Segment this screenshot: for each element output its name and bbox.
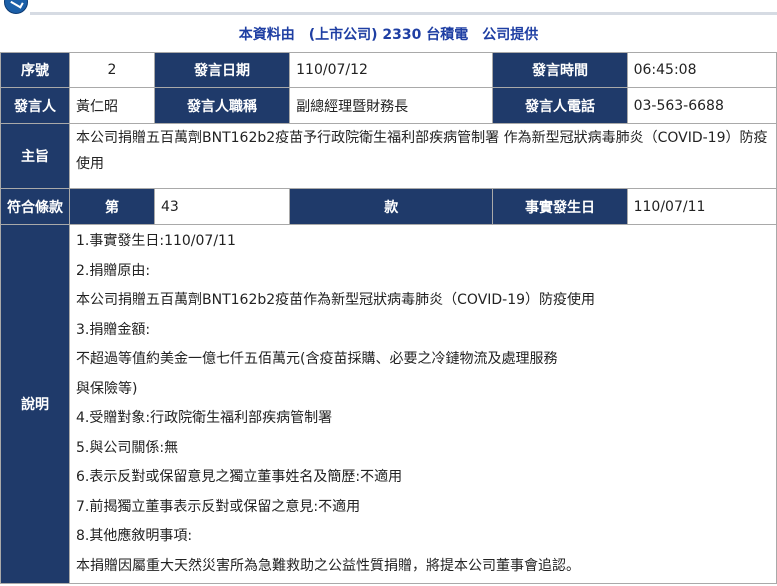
value-event-date: 110/07/11 — [626, 188, 777, 225]
value-clause-number: 43 — [153, 188, 291, 225]
description-line: 1.事實發生日:110/07/11 — [76, 233, 236, 249]
description-line: 本捐贈因屬重大天然災害所為急難救助之公益性質捐贈，將提本公司董事會追認。 — [76, 557, 580, 574]
value-subject: 本公司捐贈五百萬劑BNT162b2疫苗予行政院衛生福利部疾病管制署 作為新型冠狀… — [69, 123, 777, 189]
label-speaker: 發言人 — [0, 87, 70, 124]
label-description: 說明 — [0, 224, 70, 584]
row-clause: 符合條款 第 43 款 事實發生日 110/07/11 — [0, 188, 777, 225]
top-divider — [30, 12, 777, 15]
label-time: 發言時間 — [492, 52, 628, 88]
row-description: 說明 1.事實發生日:110/07/11 2.捐贈原由: 本公司捐贈五百萬劑BN… — [0, 224, 777, 584]
label-event-date: 事實發生日 — [492, 188, 628, 225]
description-line: 不超過等值約美金一億七仟五佰萬元(含疫苗採購、必要之冷鏈物流及處理服務 — [76, 351, 558, 367]
value-speaker-phone: 03-563-6688 — [626, 87, 777, 124]
label-date: 發言日期 — [153, 52, 291, 88]
label-di: 第 — [69, 188, 155, 225]
description-line: 3.捐贈金額: — [76, 321, 151, 338]
description-line: 6.表示反對或保留意見之獨立董事姓名及簡歷:不適用 — [76, 469, 403, 485]
description-line: 本公司捐贈五百萬劑BNT162b2疫苗作為新型冠狀病毒肺炎（COVID-19）防… — [76, 292, 596, 308]
logo-icon — [4, 0, 28, 14]
row-seq-date-time: 序號 2 發言日期 110/07/12 發言時間 06:45:08 — [0, 52, 777, 88]
description-body: 1.事實發生日:110/07/11 2.捐贈原由: 本公司捐贈五百萬劑BNT16… — [69, 224, 777, 584]
value-time: 06:45:08 — [626, 52, 777, 88]
label-clause: 符合條款 — [0, 188, 70, 225]
value-speaker-title: 副總經理暨財務長 — [289, 87, 494, 124]
value-date: 110/07/12 — [289, 52, 494, 88]
source-banner: 本資料由 (上市公司) 2330 台積電 公司提供 — [238, 27, 539, 43]
description-line: 與保險等) — [76, 380, 138, 397]
label-speaker-title: 發言人職稱 — [153, 87, 291, 124]
value-speaker: 黃仁昭 — [69, 87, 155, 124]
description-line: 7.前揭獨立董事表示反對或保留之意見:不適用 — [76, 498, 361, 515]
announcement-table: 序號 2 發言日期 110/07/12 發言時間 06:45:08 發言人 黃仁… — [0, 52, 777, 584]
label-subject: 主旨 — [0, 123, 70, 189]
value-seq: 2 — [69, 52, 155, 88]
description-line: 8.其他應敘明事項: — [76, 528, 193, 544]
label-kuan: 款 — [289, 188, 494, 225]
description-line: 2.捐贈原由: — [76, 262, 151, 279]
label-speaker-phone: 發言人電話 — [492, 87, 628, 124]
description-line: 4.受贈對象:行政院衛生福利部疾病管制署 — [76, 410, 333, 426]
row-speaker: 發言人 黃仁昭 發言人職稱 副總經理暨財務長 發言人電話 03-563-6688 — [0, 87, 777, 124]
label-seq: 序號 — [0, 52, 70, 88]
description-line: 5.與公司關係:無 — [76, 439, 179, 456]
top-bar — [0, 0, 777, 16]
row-subject: 主旨 本公司捐贈五百萬劑BNT162b2疫苗予行政院衛生福利部疾病管制署 作為新… — [0, 123, 777, 189]
